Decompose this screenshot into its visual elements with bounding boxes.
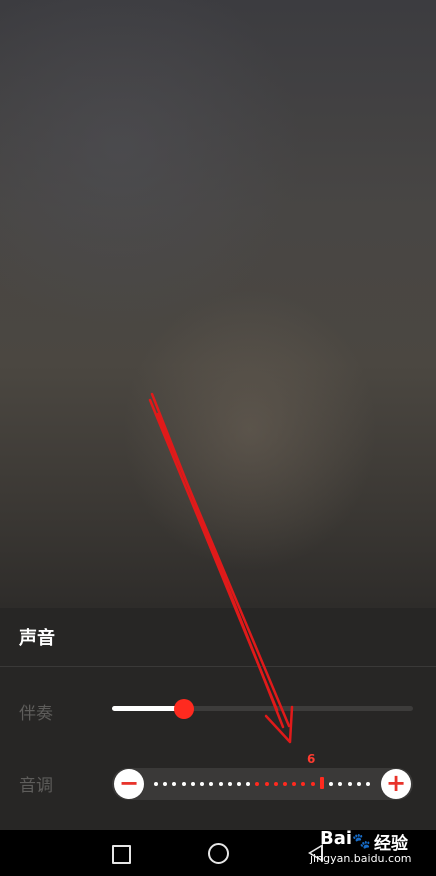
red-arrow-annotation <box>148 392 294 744</box>
arrow-shaft-2 <box>156 412 291 728</box>
arrow-shaft-3 <box>148 398 279 712</box>
